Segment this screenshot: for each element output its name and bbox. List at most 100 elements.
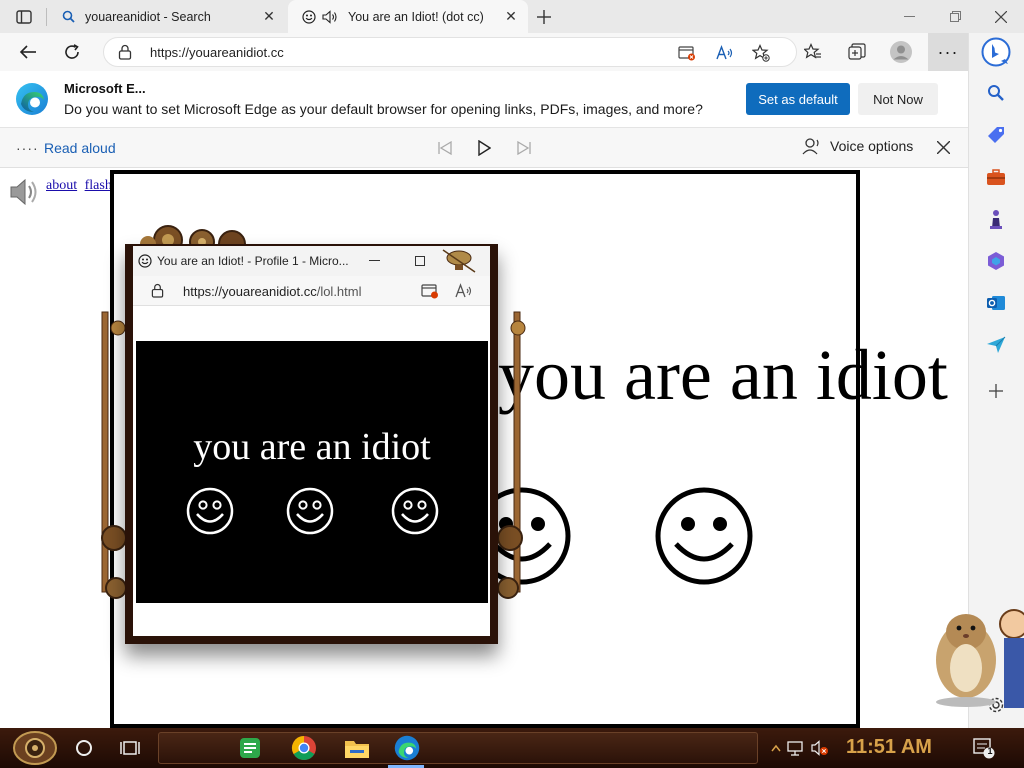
avatar-icon bbox=[890, 41, 912, 63]
airship-decoration-icon bbox=[442, 249, 476, 273]
settings-and-more-button[interactable]: ··· bbox=[928, 33, 968, 71]
chess-piece-icon bbox=[990, 210, 1002, 229]
previous-paragraph-button[interactable] bbox=[433, 136, 457, 160]
bing-chat-button[interactable] bbox=[981, 37, 1011, 67]
lock-icon[interactable] bbox=[151, 283, 164, 298]
about-link[interactable]: about bbox=[46, 178, 77, 193]
profile-button[interactable] bbox=[886, 37, 916, 67]
taskbar-file-explorer[interactable] bbox=[343, 734, 371, 762]
bing-icon bbox=[981, 37, 1011, 67]
send-icon bbox=[987, 336, 1006, 353]
add-favorite-icon[interactable] bbox=[750, 42, 772, 64]
speaker-icon[interactable] bbox=[322, 9, 338, 24]
start-button[interactable] bbox=[12, 730, 58, 766]
sidebar-outlook-button[interactable] bbox=[984, 291, 1008, 315]
close-icon bbox=[995, 10, 1007, 23]
volume-button[interactable] bbox=[810, 738, 830, 758]
sidebar-tools-button[interactable] bbox=[984, 165, 1008, 189]
plus-icon bbox=[537, 10, 551, 24]
network-status-button[interactable] bbox=[786, 738, 806, 758]
chrome-icon bbox=[291, 736, 316, 761]
sidebar-microsoft365-button[interactable] bbox=[984, 249, 1008, 273]
close-tab-button[interactable]: ✕ bbox=[500, 6, 522, 28]
voice-options-button[interactable]: Voice options bbox=[802, 137, 913, 155]
default-browser-infobar: Microsoft E... Do you want to set Micros… bbox=[0, 71, 968, 128]
new-tab-button[interactable] bbox=[532, 5, 556, 29]
skip-forward-icon bbox=[517, 141, 531, 155]
play-icon bbox=[478, 140, 491, 156]
smiley-icon bbox=[286, 487, 334, 535]
arrow-left-icon bbox=[19, 45, 36, 59]
taskbar-edge-app[interactable] bbox=[393, 734, 421, 762]
tab-actions-button[interactable] bbox=[8, 6, 40, 28]
sidebar-drop-button[interactable] bbox=[984, 333, 1008, 357]
read-aloud-toolbar: ···· Read aloud Voice options bbox=[0, 128, 968, 168]
refresh-button[interactable] bbox=[57, 37, 87, 67]
minimize-button[interactable] bbox=[886, 0, 932, 33]
address-bar[interactable]: https://youareanidiot.cc bbox=[103, 37, 797, 67]
tab-youareanidiot[interactable]: You are an Idiot! (dot cc) ✕ bbox=[288, 0, 528, 33]
popup-address-bar[interactable]: https://youareanidiot.cc/lol.html bbox=[133, 276, 490, 306]
task-view-icon bbox=[120, 741, 140, 755]
popup-blocked-icon[interactable] bbox=[676, 42, 698, 64]
taskbar-clock[interactable]: 11:51 AM bbox=[846, 736, 932, 759]
read-aloud-icon[interactable] bbox=[455, 283, 473, 299]
lock-icon[interactable] bbox=[118, 44, 132, 60]
set-as-default-button[interactable]: Set as default bbox=[746, 83, 850, 115]
sidebar-search-button[interactable] bbox=[984, 81, 1008, 105]
refresh-icon bbox=[65, 44, 79, 59]
search-icon bbox=[988, 85, 1004, 101]
flash-link[interactable]: flash bbox=[85, 178, 112, 193]
outlook-icon bbox=[987, 296, 1005, 310]
collections-button[interactable] bbox=[842, 37, 872, 67]
page-heading: you are an idiot bbox=[498, 335, 948, 415]
popup-minimize-button[interactable] bbox=[363, 250, 385, 272]
smiley-icon bbox=[391, 487, 439, 535]
read-aloud-icon[interactable] bbox=[714, 42, 736, 64]
popup-title: You are an Idiot! - Profile 1 - Micro... bbox=[157, 254, 349, 268]
network-icon bbox=[787, 741, 803, 756]
page-links: about flash bbox=[46, 178, 116, 194]
next-paragraph-button[interactable] bbox=[512, 136, 536, 160]
play-button[interactable] bbox=[472, 136, 496, 160]
plus-icon bbox=[989, 384, 1003, 398]
popup-blocked-icon[interactable] bbox=[421, 283, 439, 299]
hamster-mascot-icon[interactable] bbox=[926, 598, 1024, 708]
sidebar-shopping-button[interactable] bbox=[984, 123, 1008, 147]
popup-titlebar[interactable]: You are an Idiot! - Profile 1 - Micro... bbox=[133, 246, 490, 276]
skip-back-icon bbox=[438, 141, 452, 155]
microsoft365-icon bbox=[988, 252, 1004, 270]
minimize-icon bbox=[368, 260, 380, 261]
task-view-button[interactable] bbox=[116, 734, 144, 762]
taskbar-chrome-app[interactable] bbox=[290, 734, 318, 762]
restore-button[interactable] bbox=[932, 0, 978, 33]
favorites-button[interactable] bbox=[798, 37, 828, 67]
popup-window[interactable]: You are an Idiot! - Profile 1 - Micro...… bbox=[125, 244, 498, 644]
speaker-icon[interactable] bbox=[8, 176, 40, 208]
search-taskbar-button[interactable] bbox=[70, 734, 98, 762]
close-icon bbox=[936, 140, 950, 154]
close-window-button[interactable] bbox=[978, 0, 1024, 33]
sidebar-add-button[interactable] bbox=[984, 379, 1008, 403]
ellipsis-icon: ··· bbox=[937, 41, 959, 62]
infobar-title: Microsoft E... bbox=[64, 81, 146, 96]
edge-logo-icon bbox=[16, 83, 48, 115]
toolbox-icon bbox=[987, 169, 1005, 185]
tab-search[interactable]: youareanidiot - Search ✕ bbox=[48, 0, 286, 33]
not-now-button[interactable]: Not Now bbox=[858, 83, 938, 115]
restore-icon bbox=[949, 11, 961, 22]
drag-handle-icon[interactable]: ···· bbox=[16, 140, 39, 156]
popup-text: you are an idiot bbox=[193, 426, 431, 468]
close-read-aloud-button[interactable] bbox=[932, 136, 954, 158]
back-button[interactable] bbox=[13, 37, 43, 67]
shopping-tag-icon bbox=[988, 127, 1004, 143]
notification-center-button[interactable]: 1 bbox=[972, 736, 996, 760]
infobar-message: Do you want to set Microsoft Edge as you… bbox=[64, 101, 703, 117]
close-tab-button[interactable]: ✕ bbox=[258, 6, 280, 28]
sidebar-games-button[interactable] bbox=[984, 207, 1008, 231]
popup-maximize-button[interactable] bbox=[409, 250, 431, 272]
browser-toolbar: https://youareanidiot.cc ··· bbox=[0, 33, 968, 71]
smiley-icon bbox=[302, 9, 316, 24]
show-hidden-icons-button[interactable] bbox=[766, 738, 786, 758]
taskbar-notes-app[interactable] bbox=[236, 734, 264, 762]
